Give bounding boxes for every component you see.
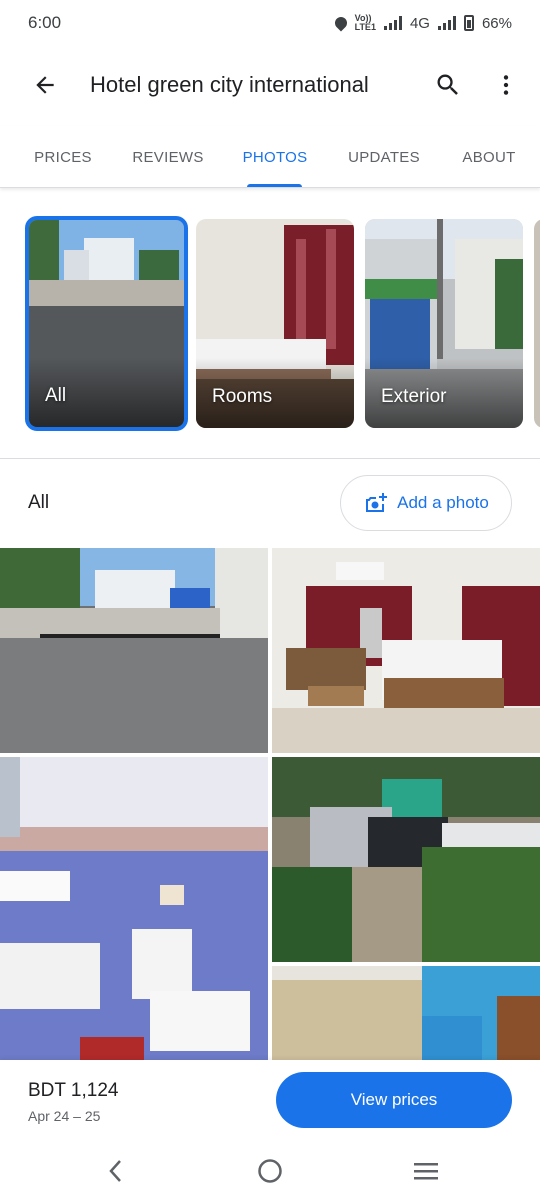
nav-home-button[interactable] xyxy=(240,1150,300,1192)
photo-parking[interactable] xyxy=(272,757,540,962)
category-rooms[interactable]: Rooms xyxy=(196,219,354,428)
category-more[interactable] xyxy=(534,219,540,428)
status-time: 6:00 xyxy=(28,13,62,32)
location-pin-icon xyxy=(332,14,350,32)
system-nav-bar xyxy=(0,1142,540,1200)
signal-icon-2 xyxy=(437,16,456,30)
battery-icon xyxy=(463,15,474,31)
booking-bar: BDT 1,124 Apr 24 – 25 View prices xyxy=(0,1060,540,1142)
more-vert-icon xyxy=(503,75,509,95)
page-title: Hotel green city international xyxy=(90,72,369,97)
volte-icon: Vo)) LTE1 xyxy=(354,13,376,32)
photo-room[interactable] xyxy=(272,548,540,753)
more-options-button[interactable] xyxy=(480,56,532,114)
add-photo-icon xyxy=(366,493,388,512)
date-range: Apr 24 – 25 xyxy=(28,1108,101,1124)
photo-courtyard[interactable] xyxy=(0,548,268,753)
nav-home-icon xyxy=(258,1159,282,1183)
nav-recents-icon xyxy=(414,1163,438,1180)
status-icons: Vo)) LTE1 4G 66% xyxy=(332,13,512,32)
category-all[interactable]: All xyxy=(25,216,188,431)
signal-icon xyxy=(383,16,402,30)
photo-grid xyxy=(0,548,540,1060)
add-photo-button[interactable]: Add a photo xyxy=(340,475,512,531)
category-label: Exterior xyxy=(381,386,447,407)
category-label: All xyxy=(45,385,67,406)
search-icon xyxy=(437,74,458,95)
tab-photos[interactable]: PHOTOS xyxy=(238,126,312,188)
section-header: All Add a photo xyxy=(0,475,540,531)
category-label: Rooms xyxy=(212,386,273,407)
back-button[interactable] xyxy=(0,56,90,114)
section-label: All xyxy=(28,492,50,513)
tab-reviews[interactable]: REVIEWS xyxy=(128,126,208,188)
tab-indicator xyxy=(247,184,302,187)
price-value: BDT 1,124 xyxy=(28,1080,119,1101)
nav-recents-button[interactable] xyxy=(396,1150,456,1192)
category-exterior[interactable]: Exterior xyxy=(365,219,523,428)
tab-prices[interactable]: PRICES xyxy=(28,126,98,188)
tab-bar: PRICES REVIEWS PHOTOS UPDATES ABOUT xyxy=(0,126,540,188)
search-button[interactable] xyxy=(416,56,480,114)
nav-back-button[interactable] xyxy=(86,1150,146,1192)
photo-bathroom[interactable] xyxy=(0,757,268,1060)
back-arrow-icon xyxy=(36,76,54,94)
tab-updates[interactable]: UPDATES xyxy=(344,126,424,188)
tab-about[interactable]: ABOUT xyxy=(456,126,522,188)
status-bar: 6:00 Vo)) LTE1 4G 66% xyxy=(0,0,540,46)
view-prices-button[interactable]: View prices xyxy=(276,1072,512,1128)
app-bar: Hotel green city international xyxy=(0,56,540,114)
nav-back-icon xyxy=(109,1160,121,1182)
add-photo-label: Add a photo xyxy=(397,493,489,512)
photo-categories: All Rooms Exterior xyxy=(0,216,540,431)
battery-percent: 66% xyxy=(481,14,512,32)
divider xyxy=(0,458,540,459)
network-type: 4G xyxy=(409,14,430,32)
photo-veranda[interactable] xyxy=(272,966,540,1060)
